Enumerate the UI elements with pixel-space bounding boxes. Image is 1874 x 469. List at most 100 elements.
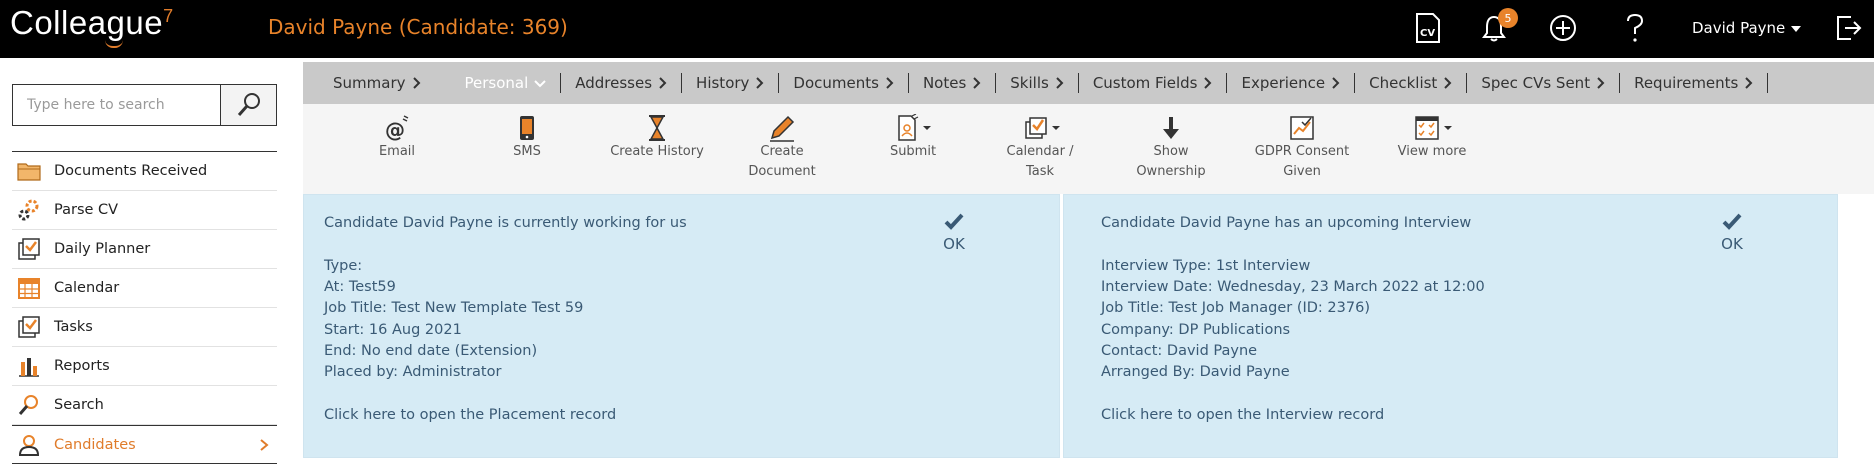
tab-label: Summary	[333, 74, 406, 92]
tab-requirements[interactable]: Requirements	[1620, 73, 1767, 93]
sidebar-item-calendar[interactable]: Calendar	[12, 269, 277, 308]
sidebar-item-label: Search	[54, 397, 104, 413]
sidebar-item-parse-cv[interactable]: Parse CV	[12, 191, 277, 230]
planner-icon	[16, 236, 42, 262]
bell-icon[interactable]: 5	[1476, 8, 1518, 46]
help-icon[interactable]	[1617, 10, 1653, 46]
show-ownership-button[interactable]: Show Ownership	[1116, 114, 1226, 182]
gdpr-chart-icon	[1242, 114, 1362, 142]
submit-cv-icon	[858, 114, 968, 142]
sidebar-item-label: Parse CV	[54, 202, 119, 218]
placement-alert-panel: Candidate David Payne is currently worki…	[303, 194, 1060, 458]
arrow-down-icon	[1116, 114, 1226, 142]
sidebar-item-search[interactable]: Search	[12, 386, 277, 425]
chevron-right-icon	[259, 438, 269, 456]
placement-ok-button[interactable]: OK	[934, 213, 974, 253]
magnifier-icon	[237, 93, 260, 116]
sidebar-item-tasks[interactable]: Tasks	[12, 308, 277, 347]
top-bar: Colleague7 David Payne (Candidate: 369) …	[0, 0, 1874, 58]
folder-icon	[16, 158, 42, 184]
tool-label: View more	[1397, 144, 1467, 159]
logo-swoosh	[105, 40, 123, 48]
tasks-icon	[16, 314, 42, 340]
app-logo[interactable]: Colleague7	[10, 4, 174, 48]
tab-skills[interactable]: Skills	[996, 73, 1078, 93]
sidebar-item-label: Reports	[54, 358, 110, 374]
search-box	[12, 84, 277, 126]
sidebar: Documents Received Parse CV Daily Planne…	[0, 58, 290, 469]
interview-ok-button[interactable]: OK	[1712, 213, 1752, 253]
sms-button[interactable]: SMS	[472, 114, 582, 162]
search-input[interactable]	[13, 85, 221, 125]
record-tabs: Summary Personal Addresses History Docum…	[303, 62, 1874, 104]
placement-record-link[interactable]: Click here to open the Placement record	[324, 407, 616, 423]
tab-label: Custom Fields	[1092, 74, 1198, 92]
chevron-right-icon	[756, 77, 764, 89]
interview-record-link[interactable]: Click here to open the Interview record	[1101, 407, 1384, 423]
check-icon	[1712, 213, 1752, 235]
tab-label: Addresses	[575, 74, 653, 92]
chevron-right-icon	[1056, 77, 1064, 89]
placement-placed-by: Placed by: Administrator	[324, 364, 502, 380]
tab-history[interactable]: History	[682, 73, 778, 93]
logout-icon[interactable]	[1830, 10, 1866, 46]
sidebar-item-daily-planner[interactable]: Daily Planner	[12, 230, 277, 269]
tab-label: Personal	[464, 74, 529, 92]
tab-label: Skills	[1010, 74, 1049, 92]
create-history-button[interactable]: Create History	[597, 114, 717, 162]
placement-heading: Candidate David Payne is currently worki…	[324, 215, 687, 231]
view-more-button[interactable]: View more	[1377, 114, 1487, 162]
cv-icon[interactable]: CV	[1410, 10, 1446, 46]
tool-label: Submit	[889, 144, 937, 159]
phone-icon	[472, 114, 582, 142]
search-icon	[16, 392, 42, 418]
reports-icon	[16, 353, 42, 379]
chevron-right-icon	[886, 77, 894, 89]
tab-documents[interactable]: Documents	[779, 73, 908, 93]
chevron-down-icon	[534, 79, 546, 87]
calendar-task-button[interactable]: Calendar / Task	[985, 114, 1095, 182]
placement-end: End: No end date (Extension)	[324, 343, 538, 359]
sidebar-item-candidates[interactable]: Candidates	[12, 425, 277, 464]
tab-spec-cvs-sent[interactable]: Spec CVs Sent	[1467, 73, 1619, 93]
interview-job-title: Job Title: Test Job Manager (ID: 2376)	[1101, 300, 1370, 316]
placement-start: Start: 16 Aug 2021	[324, 322, 462, 338]
tab-notes[interactable]: Notes	[909, 73, 995, 93]
tab-label: Documents	[793, 74, 879, 92]
tab-addresses[interactable]: Addresses	[561, 73, 681, 93]
tool-label: GDPR Consent	[1254, 144, 1350, 159]
chevron-right-icon	[659, 77, 667, 89]
tab-personal[interactable]: Personal	[435, 73, 561, 93]
email-button[interactable]: @ Email	[342, 114, 452, 162]
sidebar-item-label: Calendar	[54, 280, 120, 296]
interview-company: Company: DP Publications	[1101, 322, 1291, 338]
placement-at: At: Test59	[324, 279, 396, 295]
hourglass-icon	[597, 114, 717, 142]
chevron-right-icon	[1597, 77, 1605, 89]
tab-label: History	[696, 74, 750, 92]
calendar-task-icon	[985, 114, 1095, 142]
sidebar-item-label: Daily Planner	[54, 241, 151, 257]
tab-checklist[interactable]: Checklist	[1355, 73, 1466, 93]
user-menu[interactable]: David Payne	[1692, 19, 1802, 37]
tab-summary[interactable]: Summary	[303, 73, 435, 93]
interview-date: Interview Date: Wednesday, 23 March 2022…	[1101, 279, 1485, 295]
tab-experience[interactable]: Experience	[1227, 73, 1354, 93]
sidebar-item-documents-received[interactable]: Documents Received	[12, 152, 277, 191]
email-icon: @	[342, 114, 452, 142]
ok-label: OK	[943, 235, 965, 253]
submit-button[interactable]: Submit	[858, 114, 968, 162]
notification-badge: 5	[1498, 8, 1518, 28]
tab-label: Notes	[922, 74, 967, 92]
create-document-button[interactable]: Create Document	[727, 114, 837, 182]
logo-text: Colleague	[10, 4, 164, 41]
gdpr-consent-button[interactable]: GDPR Consent Given	[1242, 114, 1362, 182]
tab-custom-fields[interactable]: Custom Fields	[1079, 73, 1227, 93]
sidebar-item-label: Tasks	[54, 319, 93, 335]
tool-label: SMS	[513, 144, 541, 159]
tool-label: Given	[1283, 164, 1321, 179]
search-button[interactable]	[220, 85, 276, 125]
plus-circle-icon[interactable]	[1545, 10, 1581, 46]
chevron-down-icon	[1791, 25, 1802, 32]
sidebar-item-reports[interactable]: Reports	[12, 347, 277, 386]
